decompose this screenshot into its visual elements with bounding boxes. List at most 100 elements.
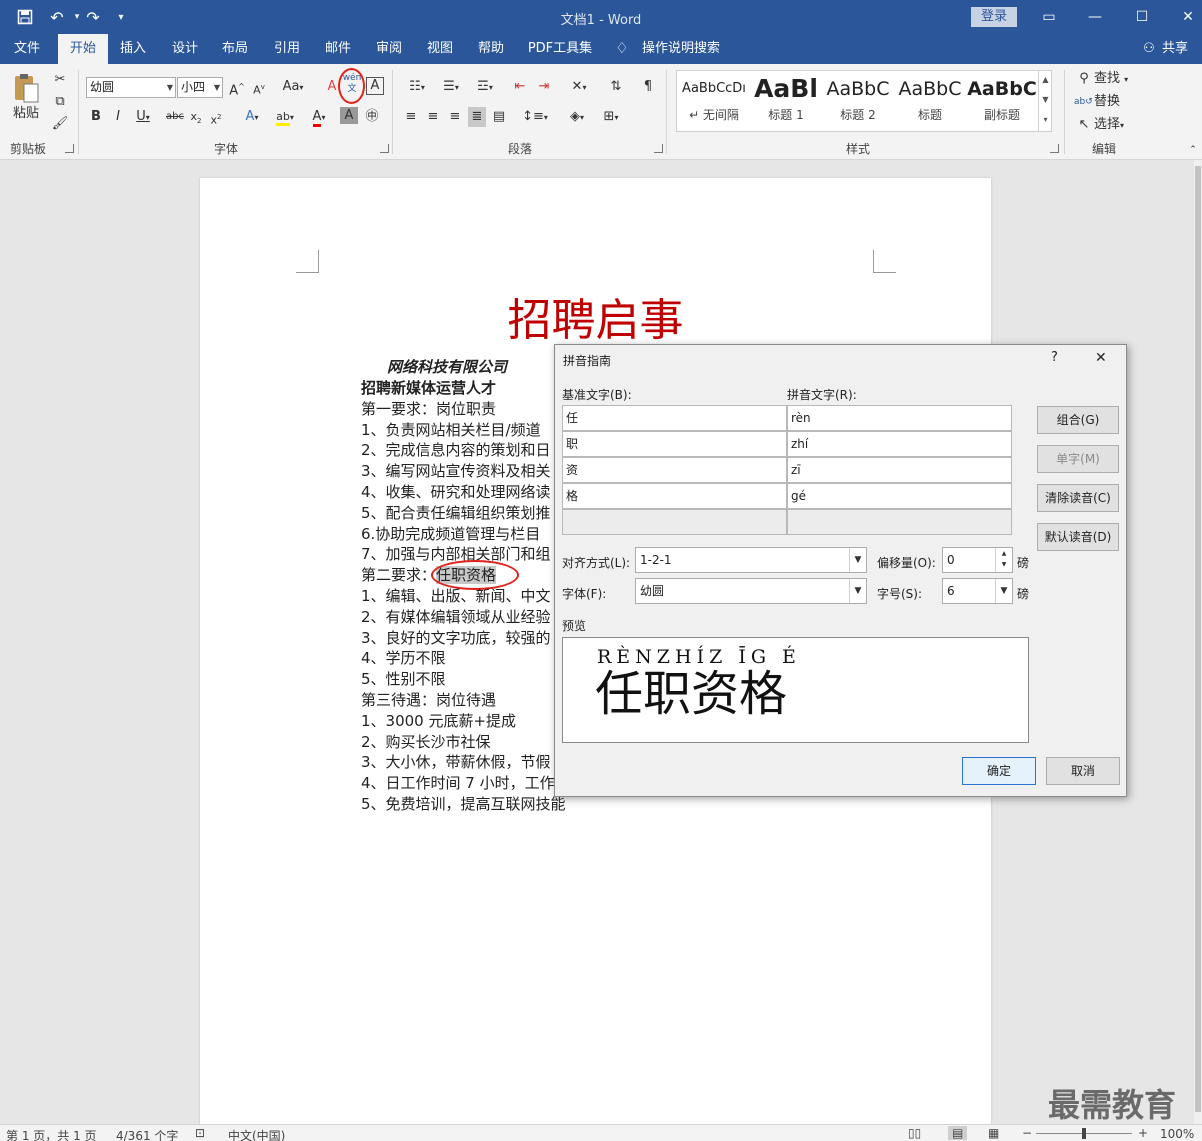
cut-icon[interactable]: ✂ — [50, 70, 70, 90]
zoom-level[interactable]: 100% — [1160, 1127, 1194, 1141]
ribbon-display-options-icon[interactable]: ▭ — [1034, 6, 1064, 28]
align-left-icon[interactable]: ≡ — [402, 107, 420, 127]
tab-home[interactable]: 开始 — [58, 34, 108, 64]
offset-spinner[interactable]: 0 ▲ ▼ — [942, 547, 1013, 573]
tab-references[interactable]: 引用 — [264, 34, 310, 64]
tab-layout[interactable]: 布局 — [212, 34, 258, 64]
ruby-text-field[interactable]: zī — [787, 457, 1012, 483]
ruby-text-field[interactable]: zhí — [787, 431, 1012, 457]
text-effects-icon[interactable]: A▾ — [240, 107, 264, 127]
scroll-thumb[interactable] — [1195, 166, 1201, 1112]
group-button[interactable]: 组合(G) — [1037, 406, 1119, 434]
base-text-field[interactable]: 任 — [562, 405, 787, 431]
tab-view[interactable]: 视图 — [417, 34, 463, 64]
font-name-box[interactable]: 幼圆 ▼ — [86, 77, 176, 98]
tab-design[interactable]: 设计 — [162, 34, 208, 64]
ruby-text-field[interactable]: rèn — [787, 405, 1012, 431]
highlight-color-icon[interactable]: ab▾ — [270, 107, 300, 127]
strikethrough-icon[interactable]: abc — [164, 107, 186, 127]
copy-icon[interactable]: ⧉ — [50, 92, 70, 112]
default-reading-button[interactable]: 默认读音(D) — [1037, 523, 1119, 551]
subscript-icon[interactable]: x2 — [188, 107, 204, 127]
collapse-ribbon-icon[interactable]: ⌃ — [1186, 140, 1200, 160]
font-select[interactable]: 幼圆 ▼ — [635, 578, 867, 604]
shading-icon[interactable]: ◈▾ — [562, 107, 592, 127]
clear-reading-button[interactable]: 清除读音(C) — [1037, 484, 1119, 512]
align-right-icon[interactable]: ≡ — [446, 107, 464, 127]
font-launcher-icon[interactable] — [380, 144, 389, 153]
increase-indent-icon[interactable]: ⇥ — [534, 77, 554, 97]
minimize-icon[interactable]: — — [1080, 6, 1110, 28]
ok-button[interactable]: 确定 — [962, 757, 1036, 785]
enclose-characters-icon[interactable]: ㊥ — [362, 107, 382, 127]
page-count[interactable]: 第 1 页，共 1 页 — [6, 1127, 97, 1141]
justify-icon[interactable]: ≣ — [468, 107, 486, 127]
grow-font-icon[interactable]: A^ — [228, 77, 246, 98]
style-heading-2[interactable]: AaBbC 标题 2 — [822, 72, 894, 128]
web-layout-icon[interactable]: ▦ — [988, 1126, 999, 1140]
change-case-button[interactable]: Aa▾ — [278, 77, 308, 97]
find-button[interactable]: 查找 ▾ — [1094, 69, 1134, 89]
align-center-icon[interactable]: ≡ — [424, 107, 442, 127]
find-icon[interactable]: ⚲ — [1076, 69, 1092, 89]
print-layout-icon[interactable]: ▤ — [948, 1126, 968, 1140]
ruby-text-field[interactable] — [787, 509, 1012, 535]
base-text-field[interactable]: 资 — [562, 457, 787, 483]
close-window-icon[interactable]: ✕ — [1173, 6, 1202, 28]
replace-button[interactable]: 替换 — [1094, 92, 1124, 112]
paste-label[interactable]: 粘贴 — [6, 104, 46, 124]
character-shading-icon[interactable]: A — [340, 107, 358, 124]
alignment-select[interactable]: 1-2-1 ▼ — [635, 547, 867, 573]
language-indicator[interactable]: 中文(中国) — [228, 1127, 285, 1141]
proofing-icon[interactable]: ⊡ — [195, 1126, 205, 1140]
format-painter-icon[interactable]: 🖌 — [50, 114, 70, 134]
dialog-help-button[interactable]: ? — [1051, 350, 1069, 365]
ruby-text-field[interactable]: gé — [787, 483, 1012, 509]
zoom-in-icon[interactable]: + — [1138, 1126, 1148, 1140]
replace-icon[interactable]: ab↺ — [1074, 92, 1093, 112]
select-button[interactable]: 选择▾ — [1094, 115, 1134, 135]
base-text-field[interactable] — [562, 509, 787, 535]
base-text-field[interactable]: 格 — [562, 483, 787, 509]
styles-scroll-icons[interactable]: ▲ ▼ ▾ — [1038, 70, 1052, 132]
tab-insert[interactable]: 插入 — [110, 34, 156, 64]
style-heading-1[interactable]: AaBl 标题 1 — [750, 72, 822, 128]
font-size-box[interactable]: 小四 ▼ — [177, 77, 223, 98]
paragraph-launcher-icon[interactable] — [654, 144, 663, 153]
style-no-spacing[interactable]: AaBbCcDı ↵ 无间隔 — [678, 72, 750, 128]
mono-button[interactable]: 单字(M) — [1037, 445, 1119, 473]
font-color-icon[interactable]: A▾ — [306, 107, 332, 127]
base-text-field[interactable]: 职 — [562, 431, 787, 457]
zoom-out-icon[interactable]: − — [1022, 1126, 1032, 1140]
tell-me-search[interactable]: 操作说明搜索 — [638, 34, 724, 64]
decrease-indent-icon[interactable]: ⇤ — [510, 77, 530, 97]
character-border-icon[interactable]: A — [366, 77, 384, 95]
size-select[interactable]: 6 ▼ — [942, 578, 1013, 604]
cancel-button[interactable]: 取消 — [1046, 757, 1120, 785]
select-cursor-icon[interactable]: ↖ — [1076, 115, 1092, 135]
tab-review[interactable]: 审阅 — [366, 34, 412, 64]
tab-pdf-tools[interactable]: PDF工具集 — [522, 34, 598, 64]
styles-launcher-icon[interactable] — [1050, 144, 1059, 153]
paste-icon[interactable] — [12, 72, 42, 104]
multilevel-list-icon[interactable]: ☲▾ — [470, 77, 500, 97]
borders-icon[interactable]: ⊞▾ — [596, 107, 626, 127]
clipboard-launcher-icon[interactable] — [65, 144, 74, 153]
maximize-icon[interactable]: ☐ — [1127, 6, 1157, 28]
italic-icon[interactable]: I — [110, 107, 126, 127]
login-button[interactable]: 登录 — [971, 7, 1017, 27]
bold-icon[interactable]: B — [88, 107, 104, 127]
bullets-icon[interactable]: ☷▾ — [402, 77, 432, 97]
style-subtitle[interactable]: AaBbC 副标题 — [966, 72, 1038, 128]
superscript-icon[interactable]: x2 — [208, 107, 224, 127]
line-spacing-icon[interactable]: ↕≡▾ — [520, 107, 550, 127]
numbering-icon[interactable]: ☰▾ — [436, 77, 466, 97]
read-mode-icon[interactable]: ▯▯ — [908, 1126, 921, 1140]
dialog-close-button[interactable]: ✕ — [1095, 350, 1113, 366]
word-count[interactable]: 4/361 个字 — [116, 1127, 178, 1141]
tab-file[interactable]: 文件 — [0, 34, 54, 64]
share-button[interactable]: 共享 — [1160, 34, 1190, 64]
tab-help[interactable]: 帮助 — [468, 34, 514, 64]
underline-icon[interactable]: U▾ — [132, 107, 154, 127]
shrink-font-icon[interactable]: Av — [250, 77, 268, 97]
